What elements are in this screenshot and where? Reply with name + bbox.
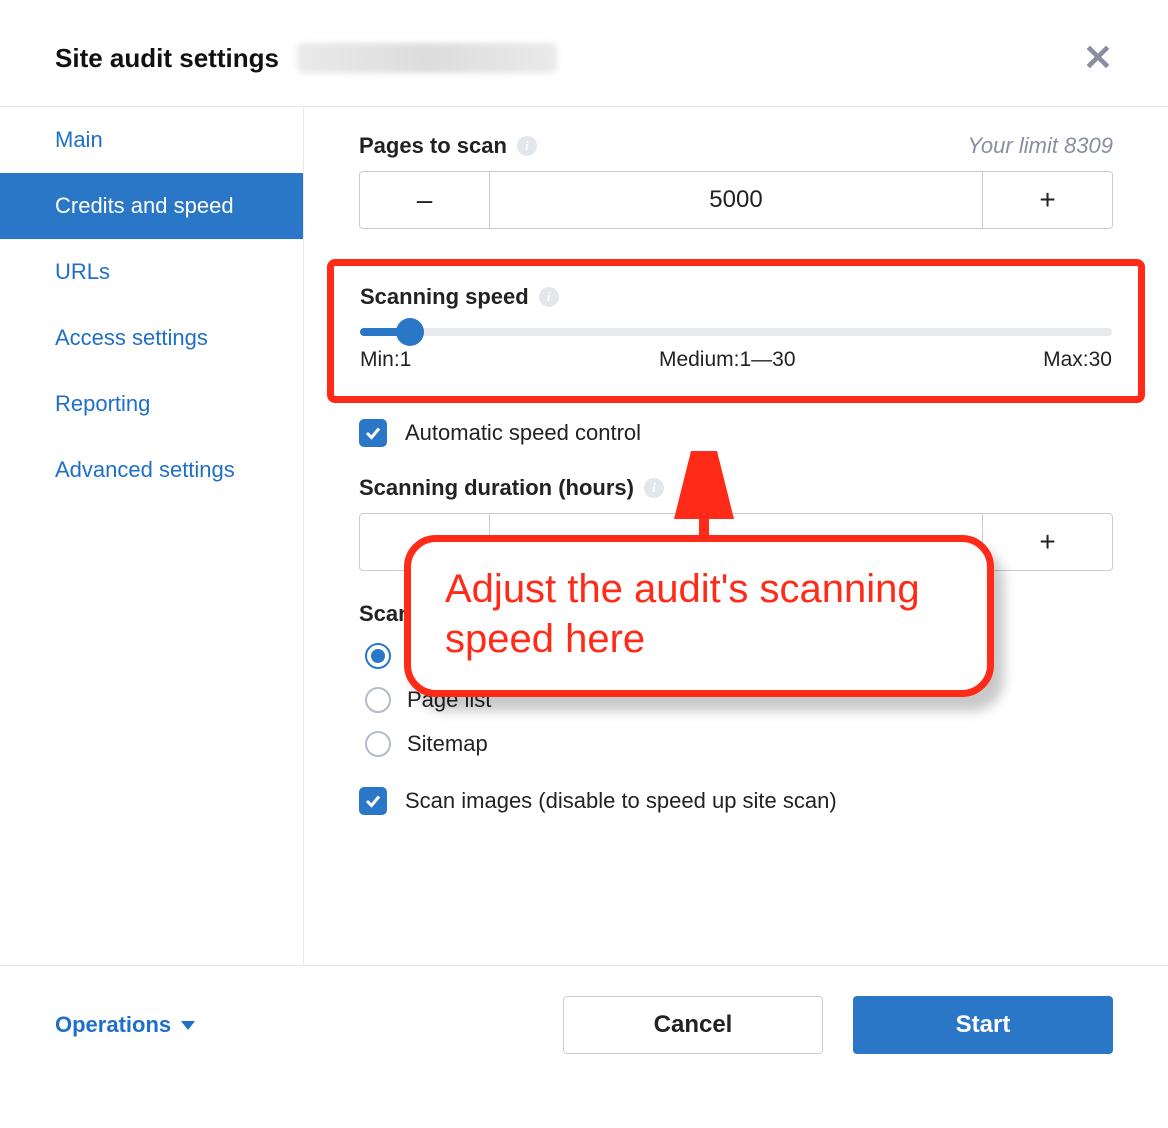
pages-increment-button[interactable]: +	[982, 172, 1112, 228]
close-icon[interactable]: ✕	[1083, 40, 1113, 76]
check-icon	[364, 424, 382, 442]
pages-limit-text: Your limit 8309	[967, 133, 1113, 159]
check-icon	[364, 792, 382, 810]
scan-images-checkbox[interactable]	[359, 787, 387, 815]
duration-decrement-button[interactable]: –	[360, 514, 490, 570]
start-button[interactable]: Start	[853, 996, 1113, 1054]
pages-decrement-button[interactable]: –	[360, 172, 490, 228]
dialog-title: Site audit settings	[55, 43, 279, 74]
radio-icon	[365, 643, 391, 669]
auto-speed-checkbox[interactable]	[359, 419, 387, 447]
pages-to-scan-stepper: – 5000 +	[359, 171, 1113, 229]
radio-page-list[interactable]: Page list	[365, 687, 1113, 713]
info-icon[interactable]: i	[644, 478, 664, 498]
speed-max-label: Max:30	[1043, 348, 1112, 372]
domain-placeholder	[297, 43, 557, 73]
main-panel: Pages to scan i Your limit 8309 – 5000 +…	[304, 107, 1168, 965]
sidebar-item-urls[interactable]: URLs	[0, 239, 303, 305]
pages-to-scan-label: Pages to scan i	[359, 133, 537, 159]
dialog-footer: Operations Cancel Start	[0, 965, 1168, 1084]
operations-dropdown[interactable]: Operations	[55, 1012, 195, 1038]
radio-icon	[365, 687, 391, 713]
auto-speed-label: Automatic speed control	[405, 420, 641, 446]
pages-value[interactable]: 5000	[490, 172, 982, 228]
duration-value[interactable]	[490, 514, 982, 570]
duration-stepper: – +	[359, 513, 1113, 571]
scanning-speed-highlight: Scanning speed i Min:1 Medium:1—30 Max:3…	[327, 259, 1145, 403]
radio-sitemap[interactable]: Sitemap	[365, 731, 1113, 757]
speed-slider-thumb[interactable]	[396, 318, 424, 346]
chevron-down-icon	[181, 1021, 195, 1030]
speed-slider-track[interactable]	[360, 328, 1112, 336]
scanning-scope-label: Scanning	[359, 601, 1113, 627]
scanning-speed-label: Scanning speed i	[360, 284, 1112, 310]
sidebar-item-advanced-settings[interactable]: Advanced settings	[0, 437, 303, 503]
sidebar-item-main[interactable]: Main	[0, 107, 303, 173]
duration-increment-button[interactable]: +	[982, 514, 1112, 570]
info-icon[interactable]: i	[539, 287, 559, 307]
sidebar-item-credits-speed[interactable]: Credits and speed	[0, 173, 303, 239]
speed-medium-label: Medium:1—30	[659, 348, 796, 372]
radio-icon	[365, 731, 391, 757]
dialog-header: Site audit settings ✕	[0, 0, 1168, 107]
sidebar-item-access-settings[interactable]: Access settings	[0, 305, 303, 371]
info-icon[interactable]: i	[517, 136, 537, 156]
scanning-duration-label: Scanning duration (hours) i	[359, 475, 1113, 501]
sidebar-item-reporting[interactable]: Reporting	[0, 371, 303, 437]
radio-all-pages[interactable]: All pages	[365, 643, 1113, 669]
sidebar: Main Credits and speed URLs Access setti…	[0, 107, 304, 965]
cancel-button[interactable]: Cancel	[563, 996, 823, 1054]
scan-images-label: Scan images (disable to speed up site sc…	[405, 788, 837, 814]
speed-min-label: Min:1	[360, 348, 411, 372]
